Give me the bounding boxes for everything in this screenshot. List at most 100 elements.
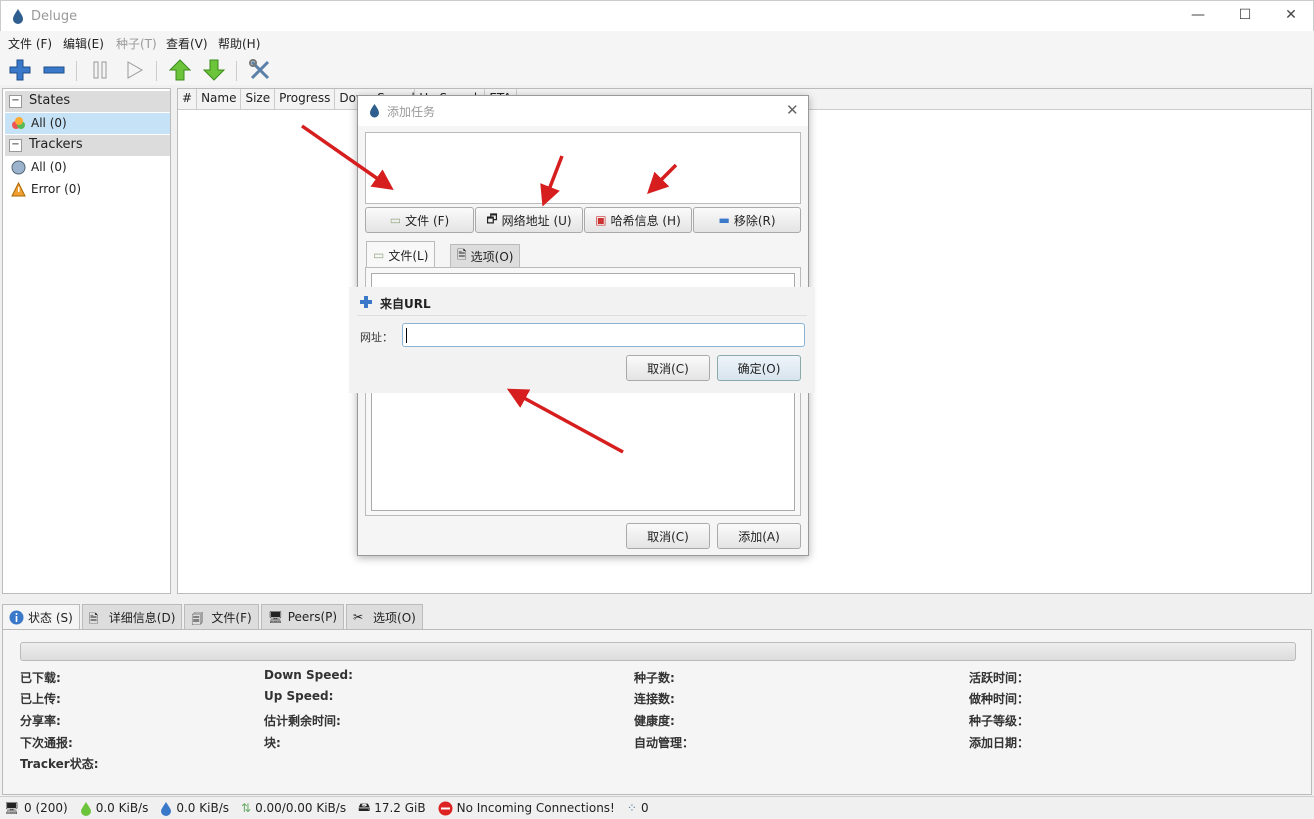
disk-icon: 🖴 <box>358 799 371 814</box>
add-file-button[interactable]: ▭ 文件 (F) <box>365 207 474 233</box>
dht-nodes-icon: ⁘ <box>626 801 637 815</box>
window-title: Deluge <box>31 9 78 24</box>
pause-icon <box>93 61 107 79</box>
url-label: 网址： <box>360 331 393 344</box>
cancel-button[interactable]: 取消(C) <box>626 523 710 549</box>
status-panel: 已下载: 已上传: 分享率: 下次通报: Tracker状态: Down Spe… <box>2 629 1312 795</box>
all-states-icon <box>12 117 25 129</box>
date-added-label: 添加日期： <box>969 736 1030 750</box>
details-tabs: 状态 (S) 🗎 详细信息(D) 🗐 文件(F) 🖥 Peers(P) ✂ 选项(O) <box>2 604 425 630</box>
traffic-arrows-icon: ⇅ <box>241 801 252 815</box>
deluge-logo-icon <box>370 104 379 118</box>
remove-button[interactable]: ▬ 移除(R) <box>693 207 801 233</box>
tab-options[interactable]: 🗎 选项(O) <box>450 244 521 268</box>
column-name[interactable]: Name <box>197 89 242 110</box>
queue-down-button[interactable] <box>200 56 228 84</box>
incoming-connections-status[interactable]: No Incoming Connections! <box>438 801 615 816</box>
menu-file[interactable]: 文件 (F) <box>8 35 52 52</box>
url-icon: 🗗 <box>486 211 498 226</box>
connections-status[interactable]: 🖥 0 (200) <box>4 801 68 815</box>
add-icon <box>360 296 372 308</box>
sidebar-item-states-all[interactable]: All (0) <box>5 113 170 134</box>
seeds-label: 种子数: <box>634 671 675 685</box>
divider <box>357 315 807 316</box>
add-torrent-button[interactable] <box>6 56 34 84</box>
files-icon: 🗐 <box>191 612 204 626</box>
connections-icon: 🖥 <box>4 801 20 815</box>
details-icon: 🗎 <box>88 612 99 626</box>
text-cursor <box>406 328 407 343</box>
collapse-icon[interactable]: − <box>9 95 22 108</box>
options-icon: ✂ <box>353 610 364 624</box>
remove-torrent-button[interactable] <box>40 56 68 84</box>
column-progress[interactable]: Progress <box>275 89 336 110</box>
active-time-label: 活跃时间： <box>969 671 1030 685</box>
torrent-queue-list[interactable] <box>365 132 801 204</box>
url-cancel-button[interactable]: 取消(C) <box>626 355 710 381</box>
title-bar: Deluge — ☐ ✕ <box>0 0 1314 31</box>
dht-status: ⁘ 0 <box>626 801 649 815</box>
states-header[interactable]: − States <box>5 91 170 112</box>
toolbar <box>0 53 1314 85</box>
add-infohash-button[interactable]: ▣ 哈希信息 (H) <box>584 207 692 233</box>
upload-speed-status[interactable]: 0.0 KiB/s <box>160 801 229 816</box>
close-button[interactable]: ✕ <box>1281 7 1301 25</box>
dialog-title-bar: 添加任务 ✕ <box>358 96 808 126</box>
column-number[interactable]: # <box>178 89 198 110</box>
remove-icon <box>43 66 65 74</box>
trackers-header[interactable]: − Trackers <box>5 135 170 156</box>
menu-view[interactable]: 查看(V) <box>166 35 208 52</box>
up-speed-label: Up Speed: <box>264 689 334 703</box>
sidebar: − States All (0) − Trackers All (0) Error … <box>2 88 171 594</box>
uploaded-label: 已上传: <box>20 692 61 706</box>
menu-torrent[interactable]: 种子(T) <box>116 35 157 52</box>
sidebar-item-trackers-error[interactable]: Error (0) <box>5 179 170 200</box>
preferences-button[interactable] <box>246 56 274 84</box>
eta-label: 估计剩余时间: <box>264 714 341 728</box>
collapse-icon[interactable]: − <box>9 139 22 152</box>
info-icon <box>9 610 24 625</box>
tab-details[interactable]: 🗎 详细信息(D) <box>81 604 183 629</box>
upload-icon <box>161 801 172 816</box>
download-speed-status[interactable]: 0.0 KiB/s <box>80 801 148 816</box>
resume-button[interactable] <box>120 56 148 84</box>
tab-files[interactable]: ▭ 文件(L) <box>366 241 436 268</box>
preferences-icon <box>249 59 270 80</box>
download-icon <box>80 801 91 816</box>
queue-up-button[interactable] <box>166 56 194 84</box>
add-button[interactable]: 添加(A) <box>717 523 801 549</box>
column-size[interactable]: Size <box>241 89 276 110</box>
url-ok-button[interactable]: 确定(O) <box>717 355 801 381</box>
infohash-icon: ▣ <box>595 213 607 227</box>
folder-icon: ▭ <box>389 213 402 227</box>
pause-button[interactable] <box>86 56 114 84</box>
dialog-close-button[interactable]: ✕ <box>786 101 799 119</box>
seed-rank-label: 种子等级： <box>969 714 1030 728</box>
menu-help[interactable]: 帮助(H) <box>218 35 260 52</box>
maximize-button[interactable]: ☐ <box>1235 7 1255 25</box>
ratio-label: 分享率: <box>20 714 61 728</box>
tab-options[interactable]: ✂ 选项(O) <box>346 604 423 629</box>
dialog-title: 添加任务 <box>387 105 436 119</box>
minimize-button[interactable]: — <box>1188 7 1208 25</box>
url-dialog-title: 来自URL <box>380 297 431 311</box>
tab-peers[interactable]: 🖥 Peers(P) <box>260 604 345 629</box>
pieces-label: 块: <box>264 736 281 750</box>
free-space-status: 🖴 17.2 GiB <box>358 798 426 819</box>
tracker-status-label: Tracker状态: <box>20 757 99 771</box>
add-url-button[interactable]: 🗗 网络地址 (U) <box>475 207 583 233</box>
peers-icon: 🖥 <box>267 610 283 624</box>
resume-icon <box>127 61 144 79</box>
peers-label: 连接数: <box>634 692 675 706</box>
queue-down-icon <box>202 59 226 81</box>
globe-icon <box>11 160 26 175</box>
toolbar-separator <box>76 61 77 81</box>
tab-files[interactable]: 🗐 文件(F) <box>184 604 259 629</box>
sidebar-item-trackers-all[interactable]: All (0) <box>5 157 170 178</box>
no-entry-icon <box>438 801 453 815</box>
url-input[interactable] <box>402 323 805 347</box>
menu-edit[interactable]: 编辑(E) <box>63 35 104 52</box>
deluge-logo-icon <box>13 9 23 24</box>
tab-status[interactable]: 状态 (S) <box>2 604 80 630</box>
queue-up-icon <box>168 59 192 81</box>
